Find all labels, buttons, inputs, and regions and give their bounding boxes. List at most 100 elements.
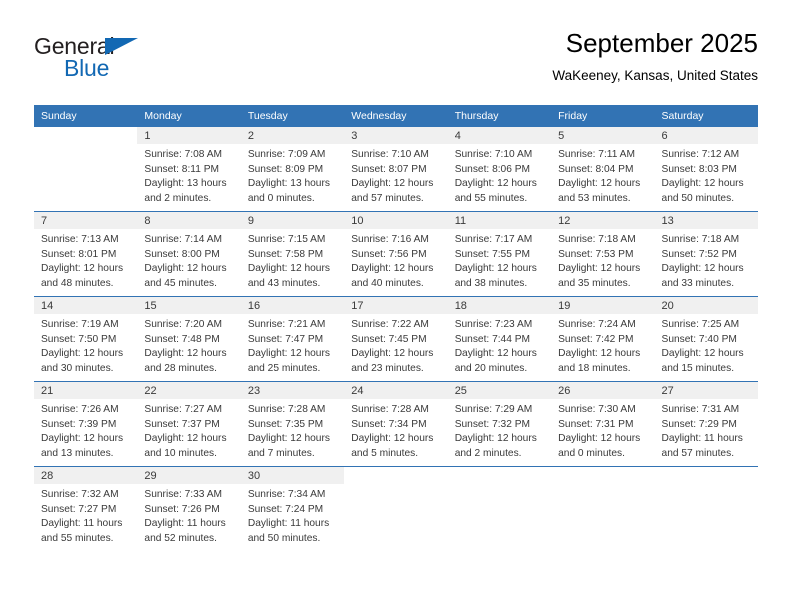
day-detail-line: and 23 minutes. bbox=[351, 362, 424, 374]
day-detail-line: and 38 minutes. bbox=[454, 277, 528, 289]
day-number: 1 bbox=[137, 127, 241, 144]
calendar-day-cell[interactable]: 28 Sunrise: 7:32 AM Sunset: 7:27 PM Dayligh… bbox=[34, 466, 138, 551]
calendar-day-cell[interactable]: 19 Sunrise: 7:24 AM Sunset: 7:42 PM Dayligh… bbox=[551, 296, 655, 382]
day-details: Sunrise: 7:24 AM Sunset: 7:42 PM Daylight:… bbox=[551, 314, 654, 376]
day-detail-line: and 48 minutes. bbox=[41, 277, 114, 289]
day-detail-line: Sunrise: 7:08 AM bbox=[144, 149, 223, 160]
day-details: Sunrise: 7:08 AM Sunset: 8:11 PM Daylight:… bbox=[137, 144, 240, 206]
day-detail-line: Sunrise: 7:11 AM bbox=[558, 149, 635, 160]
page-title: September 2025 bbox=[565, 28, 758, 58]
day-detail-line: Sunrise: 7:30 AM bbox=[558, 404, 636, 415]
day-details bbox=[34, 144, 137, 148]
day-detail-line: and 25 minutes. bbox=[247, 362, 321, 374]
day-number bbox=[551, 467, 655, 484]
day-details: Sunrise: 7:34 AM Sunset: 7:24 PM Daylight:… bbox=[241, 484, 344, 546]
day-detail-line: Sunrise: 7:14 AM bbox=[144, 234, 223, 245]
logo-text-blue: Blue bbox=[64, 55, 110, 81]
day-details: Sunrise: 7:11 AM Sunset: 8:04 PM Daylight:… bbox=[551, 144, 654, 206]
day-detail-line: and 28 minutes. bbox=[144, 362, 217, 374]
day-detail-line: Sunrise: 7:18 AM bbox=[558, 234, 636, 245]
day-detail-line: and 55 minutes. bbox=[454, 192, 528, 204]
day-details: Sunrise: 7:25 AM Sunset: 7:40 PM Daylight:… bbox=[655, 314, 758, 376]
calendar-day-cell[interactable]: 3 Sunrise: 7:10 AM Sunset: 8:07 PM Daylight… bbox=[344, 127, 448, 212]
day-detail-line: Daylight: 12 hours bbox=[144, 348, 227, 360]
calendar-day-cell[interactable] bbox=[551, 466, 655, 551]
calendar-day-cell[interactable]: 24 Sunrise: 7:28 AM Sunset: 7:34 PM Dayligh… bbox=[344, 381, 448, 467]
day-number: 10 bbox=[344, 212, 448, 229]
day-detail-line: Sunrise: 7:12 AM bbox=[661, 149, 740, 160]
weekday-header-saturday: Saturday bbox=[654, 105, 758, 127]
day-detail-line: and 2 minutes. bbox=[144, 192, 212, 204]
calendar-day-cell[interactable] bbox=[447, 466, 552, 551]
day-detail-line: Sunrise: 7:25 AM bbox=[661, 319, 740, 330]
day-number: 3 bbox=[344, 127, 448, 144]
day-detail-line: and 52 minutes. bbox=[144, 532, 217, 544]
calendar-day-cell[interactable] bbox=[654, 466, 758, 551]
day-number: 7 bbox=[34, 212, 138, 229]
day-details: Sunrise: 7:23 AM Sunset: 7:44 PM Daylight:… bbox=[448, 314, 551, 376]
day-details: Sunrise: 7:17 AM Sunset: 7:55 PM Daylight:… bbox=[448, 229, 551, 291]
day-detail-line: Sunset: 7:58 PM bbox=[247, 248, 324, 260]
title-block: September 2025 WaKeeney, Kansas, United … bbox=[552, 26, 758, 87]
day-detail-line: Daylight: 11 hours bbox=[41, 518, 123, 530]
calendar-day-cell[interactable]: 18 Sunrise: 7:23 AM Sunset: 7:44 PM Dayligh… bbox=[447, 296, 552, 382]
calendar-day-cell[interactable]: 4 Sunrise: 7:10 AM Sunset: 8:06 PM Daylight… bbox=[447, 127, 552, 212]
day-detail-line: Sunset: 7:42 PM bbox=[558, 333, 634, 345]
day-detail-line: Sunset: 7:40 PM bbox=[661, 333, 737, 345]
day-detail-line: Daylight: 12 hours bbox=[454, 433, 537, 445]
day-detail-line: Sunset: 8:04 PM bbox=[558, 163, 634, 175]
day-detail-line: Daylight: 11 hours bbox=[144, 518, 226, 530]
day-number: 22 bbox=[137, 382, 241, 399]
day-detail-line: and 53 minutes. bbox=[558, 192, 631, 204]
day-detail-line: Sunset: 7:24 PM bbox=[247, 503, 324, 515]
day-detail-line: Daylight: 12 hours bbox=[247, 433, 330, 445]
day-details: Sunrise: 7:29 AM Sunset: 7:32 PM Daylight:… bbox=[448, 399, 551, 461]
calendar-day-cell[interactable]: 16 Sunrise: 7:21 AM Sunset: 7:47 PM Dayligh… bbox=[240, 296, 345, 382]
calendar-day-cell[interactable]: 17 Sunrise: 7:22 AM Sunset: 7:45 PM Dayligh… bbox=[344, 296, 448, 382]
calendar-day-cell[interactable]: 15 Sunrise: 7:20 AM Sunset: 7:48 PM Dayligh… bbox=[137, 296, 241, 382]
calendar-day-cell[interactable]: 29 Sunrise: 7:33 AM Sunset: 7:26 PM Dayligh… bbox=[137, 466, 241, 551]
calendar-day-cell[interactable]: 10 Sunrise: 7:16 AM Sunset: 7:56 PM Dayligh… bbox=[344, 211, 448, 297]
day-detail-line: and 35 minutes. bbox=[558, 277, 631, 289]
calendar-day-cell[interactable] bbox=[34, 127, 138, 212]
day-detail-line: Daylight: 12 hours bbox=[247, 348, 330, 360]
day-details: Sunrise: 7:28 AM Sunset: 7:35 PM Daylight:… bbox=[241, 399, 344, 461]
calendar-day-cell[interactable]: 12 Sunrise: 7:18 AM Sunset: 7:53 PM Dayligh… bbox=[551, 211, 655, 297]
calendar-day-cell[interactable]: 1 Sunrise: 7:08 AM Sunset: 8:11 PM Daylight… bbox=[137, 127, 241, 212]
calendar-day-cell[interactable]: 8 Sunrise: 7:14 AM Sunset: 8:00 PM Daylight… bbox=[137, 211, 241, 297]
day-number: 23 bbox=[240, 382, 345, 399]
calendar-day-cell[interactable] bbox=[344, 466, 448, 551]
calendar-day-cell[interactable]: 30 Sunrise: 7:34 AM Sunset: 7:24 PM Dayligh… bbox=[240, 466, 345, 551]
calendar-day-cell[interactable]: 27 Sunrise: 7:31 AM Sunset: 7:29 PM Dayligh… bbox=[654, 381, 758, 467]
calendar-day-cell[interactable]: 6 Sunrise: 7:12 AM Sunset: 8:03 PM Daylight… bbox=[654, 127, 758, 212]
calendar-day-cell[interactable]: 26 Sunrise: 7:30 AM Sunset: 7:31 PM Dayligh… bbox=[551, 381, 655, 467]
calendar-day-cell[interactable]: 20 Sunrise: 7:25 AM Sunset: 7:40 PM Dayligh… bbox=[654, 296, 758, 382]
general-blue-logo[interactable]: General Blue bbox=[34, 34, 154, 82]
day-detail-line: and 50 minutes. bbox=[247, 532, 321, 544]
calendar-day-cell[interactable]: 14 Sunrise: 7:19 AM Sunset: 7:50 PM Dayligh… bbox=[34, 296, 138, 382]
day-detail-line: Sunset: 7:35 PM bbox=[247, 418, 324, 430]
calendar-day-cell[interactable]: 21 Sunrise: 7:26 AM Sunset: 7:39 PM Dayligh… bbox=[34, 381, 138, 467]
day-number bbox=[34, 127, 138, 144]
calendar-day-cell[interactable]: 22 Sunrise: 7:27 AM Sunset: 7:37 PM Dayligh… bbox=[137, 381, 241, 467]
calendar-day-cell[interactable]: 11 Sunrise: 7:17 AM Sunset: 7:55 PM Dayligh… bbox=[447, 211, 552, 297]
calendar-day-cell[interactable]: 7 Sunrise: 7:13 AM Sunset: 8:01 PM Daylight… bbox=[34, 211, 138, 297]
calendar-day-cell[interactable]: 5 Sunrise: 7:11 AM Sunset: 8:04 PM Daylight… bbox=[551, 127, 655, 212]
day-detail-line: and 40 minutes. bbox=[351, 277, 424, 289]
calendar-week-row: 21 Sunrise: 7:26 AM Sunset: 7:39 PM Dayligh… bbox=[34, 381, 758, 467]
day-detail-line: Daylight: 13 hours bbox=[247, 178, 330, 190]
calendar-day-cell[interactable]: 23 Sunrise: 7:28 AM Sunset: 7:35 PM Dayligh… bbox=[240, 381, 345, 467]
day-number bbox=[654, 467, 758, 484]
day-detail-line: and 50 minutes. bbox=[661, 192, 735, 204]
day-detail-line: Sunrise: 7:23 AM bbox=[454, 319, 533, 330]
calendar-day-cell[interactable]: 25 Sunrise: 7:29 AM Sunset: 7:32 PM Dayligh… bbox=[447, 381, 552, 467]
day-detail-line: Sunset: 8:07 PM bbox=[351, 163, 427, 175]
day-detail-line: and 0 minutes. bbox=[247, 192, 315, 204]
calendar-day-cell[interactable]: 2 Sunrise: 7:09 AM Sunset: 8:09 PM Daylight… bbox=[240, 127, 345, 212]
day-number: 9 bbox=[240, 212, 345, 229]
calendar-day-cell[interactable]: 9 Sunrise: 7:15 AM Sunset: 7:58 PM Daylight… bbox=[240, 211, 345, 297]
calendar-day-cell[interactable]: 13 Sunrise: 7:18 AM Sunset: 7:52 PM Dayligh… bbox=[654, 211, 758, 297]
day-detail-line: Sunset: 7:52 PM bbox=[661, 248, 737, 260]
day-details: Sunrise: 7:27 AM Sunset: 7:37 PM Daylight:… bbox=[137, 399, 240, 461]
day-details: Sunrise: 7:18 AM Sunset: 7:52 PM Daylight:… bbox=[655, 229, 758, 291]
